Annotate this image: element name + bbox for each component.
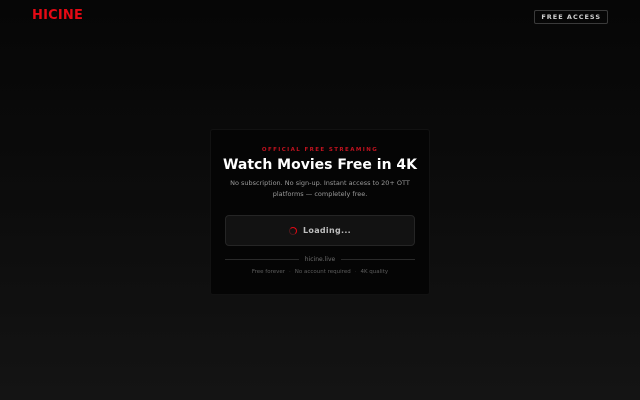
site-name: hicine.live <box>304 256 336 263</box>
feature-item: Free forever <box>251 269 286 275</box>
spinner-icon <box>289 226 297 235</box>
feature-item: No account required <box>294 269 351 275</box>
loading-label: Loading... <box>303 226 351 235</box>
divider: hicine.live <box>225 256 416 263</box>
free-access-button[interactable]: FREE ACCESS <box>534 10 608 24</box>
feature-list: Free forever · No account required · 4K qual… <box>211 269 429 275</box>
eyebrow-label: OFFICIAL FREE STREAMING <box>261 147 379 153</box>
separator-dot: · <box>354 269 357 275</box>
feature-item: 4K quality <box>360 269 389 275</box>
divider-line-left <box>225 259 299 260</box>
page-title: Watch Movies Free in 4K <box>222 157 418 173</box>
loading-button[interactable]: Loading... <box>225 215 415 246</box>
divider-line-right <box>341 259 416 260</box>
streaming-card: OFFICIAL FREE STREAMING Watch Movies Fre… <box>210 129 430 295</box>
subtitle: No subscription. No sign-up. Instant acc… <box>230 179 410 198</box>
separator-dot: · <box>289 269 291 275</box>
logo[interactable]: HICINE <box>32 8 83 23</box>
